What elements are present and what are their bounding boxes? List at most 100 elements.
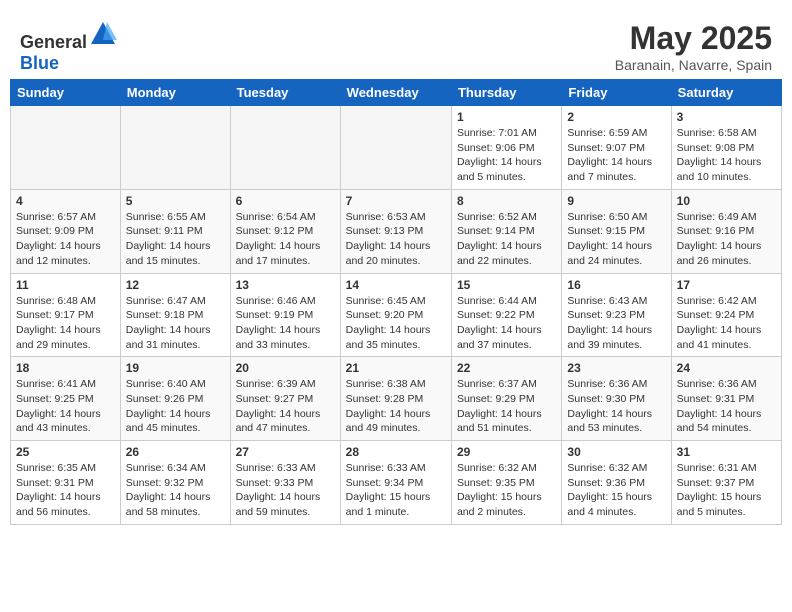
day-info: Sunrise: 6:35 AM Sunset: 9:31 PM Dayligh… bbox=[16, 461, 115, 520]
day-info: Sunrise: 6:34 AM Sunset: 9:32 PM Dayligh… bbox=[126, 461, 225, 520]
day-cell: 19Sunrise: 6:40 AM Sunset: 9:26 PM Dayli… bbox=[120, 357, 230, 441]
day-info: Sunrise: 6:50 AM Sunset: 9:15 PM Dayligh… bbox=[567, 210, 665, 269]
location-title: Baranain, Navarre, Spain bbox=[615, 57, 772, 73]
day-number: 22 bbox=[457, 361, 556, 375]
day-number: 2 bbox=[567, 110, 665, 124]
week-row-3: 11 Sunrise: 6:48 AM Sunset: 9:17 PM Dayli… bbox=[11, 273, 782, 357]
day-cell: 10 Sunrise: 6:49 AM Sunset: 9:16 PM Dayli… bbox=[671, 189, 781, 273]
day-cell: 5 Sunrise: 6:55 AM Sunset: 9:11 PM Daylig… bbox=[120, 189, 230, 273]
day-cell: 4 Sunrise: 6:57 AM Sunset: 9:09 PM Daylig… bbox=[11, 189, 121, 273]
page-header: General Blue May 2025 Baranain, Navarre,… bbox=[10, 10, 782, 79]
day-cell: 9 Sunrise: 6:50 AM Sunset: 9:15 PM Daylig… bbox=[562, 189, 671, 273]
week-row-4: 18 Sunrise: 6:41 AM Sunset: 9:25 PM Dayli… bbox=[11, 357, 782, 441]
day-cell: 6Sunrise: 6:54 AM Sunset: 9:12 PM Daylig… bbox=[230, 189, 340, 273]
day-cell: 11 Sunrise: 6:48 AM Sunset: 9:17 PM Dayli… bbox=[11, 273, 121, 357]
day-number: 13 bbox=[236, 278, 335, 292]
day-info: Sunrise: 6:36 AM Sunset: 9:30 PM Dayligh… bbox=[567, 377, 665, 436]
day-cell: 23 Sunrise: 6:36 AM Sunset: 9:30 PM Dayli… bbox=[562, 357, 671, 441]
day-number: 16 bbox=[567, 278, 665, 292]
day-cell bbox=[11, 106, 121, 190]
day-number: 29 bbox=[457, 445, 556, 459]
day-info: Sunrise: 6:33 AM Sunset: 9:33 PM Dayligh… bbox=[236, 461, 335, 520]
day-info: Sunrise: 6:45 AM Sunset: 9:20 PM Dayligh… bbox=[346, 294, 446, 353]
day-info: Sunrise: 6:37 AM Sunset: 9:29 PM Dayligh… bbox=[457, 377, 556, 436]
day-number: 25 bbox=[16, 445, 115, 459]
day-number: 11 bbox=[16, 278, 115, 292]
weekday-header-thursday: Thursday bbox=[451, 80, 561, 106]
weekday-header-row: SundayMondayTuesdayWednesdayThursdayFrid… bbox=[11, 80, 782, 106]
day-info: Sunrise: 6:55 AM Sunset: 9:11 PM Dayligh… bbox=[126, 210, 225, 269]
title-block: May 2025 Baranain, Navarre, Spain bbox=[615, 20, 772, 73]
day-info: Sunrise: 6:42 AM Sunset: 9:24 PM Dayligh… bbox=[677, 294, 776, 353]
day-cell: 31Sunrise: 6:31 AM Sunset: 9:37 PM Dayli… bbox=[671, 441, 781, 525]
day-info: Sunrise: 6:36 AM Sunset: 9:31 PM Dayligh… bbox=[677, 377, 776, 436]
day-number: 23 bbox=[567, 361, 665, 375]
day-number: 18 bbox=[16, 361, 115, 375]
day-number: 21 bbox=[346, 361, 446, 375]
weekday-header-saturday: Saturday bbox=[671, 80, 781, 106]
day-info: Sunrise: 6:41 AM Sunset: 9:25 PM Dayligh… bbox=[16, 377, 115, 436]
day-info: Sunrise: 6:59 AM Sunset: 9:07 PM Dayligh… bbox=[567, 126, 665, 185]
month-title: May 2025 bbox=[615, 20, 772, 57]
day-cell: 13 Sunrise: 6:46 AM Sunset: 9:19 PM Dayli… bbox=[230, 273, 340, 357]
day-cell: 30 Sunrise: 6:32 AM Sunset: 9:36 PM Dayli… bbox=[562, 441, 671, 525]
day-info: Sunrise: 6:48 AM Sunset: 9:17 PM Dayligh… bbox=[16, 294, 115, 353]
day-info: Sunrise: 6:47 AM Sunset: 9:18 PM Dayligh… bbox=[126, 294, 225, 353]
day-number: 20 bbox=[236, 361, 335, 375]
day-number: 8 bbox=[457, 194, 556, 208]
day-cell: 21 Sunrise: 6:38 AM Sunset: 9:28 PM Dayli… bbox=[340, 357, 451, 441]
day-info: Sunrise: 6:40 AM Sunset: 9:26 PM Dayligh… bbox=[126, 377, 225, 436]
day-cell bbox=[340, 106, 451, 190]
day-info: Sunrise: 6:49 AM Sunset: 9:16 PM Dayligh… bbox=[677, 210, 776, 269]
week-row-1: 1Sunrise: 7:01 AM Sunset: 9:06 PM Daylig… bbox=[11, 106, 782, 190]
day-cell: 7Sunrise: 6:53 AM Sunset: 9:13 PM Daylig… bbox=[340, 189, 451, 273]
day-info: Sunrise: 6:43 AM Sunset: 9:23 PM Dayligh… bbox=[567, 294, 665, 353]
week-row-2: 4 Sunrise: 6:57 AM Sunset: 9:09 PM Daylig… bbox=[11, 189, 782, 273]
day-info: Sunrise: 6:32 AM Sunset: 9:36 PM Dayligh… bbox=[567, 461, 665, 520]
weekday-header-friday: Friday bbox=[562, 80, 671, 106]
day-info: Sunrise: 6:58 AM Sunset: 9:08 PM Dayligh… bbox=[677, 126, 776, 185]
day-info: Sunrise: 7:01 AM Sunset: 9:06 PM Dayligh… bbox=[457, 126, 556, 185]
day-info: Sunrise: 6:38 AM Sunset: 9:28 PM Dayligh… bbox=[346, 377, 446, 436]
day-number: 6 bbox=[236, 194, 335, 208]
day-cell bbox=[120, 106, 230, 190]
day-info: Sunrise: 6:44 AM Sunset: 9:22 PM Dayligh… bbox=[457, 294, 556, 353]
day-cell: 28Sunrise: 6:33 AM Sunset: 9:34 PM Dayli… bbox=[340, 441, 451, 525]
day-cell: 25 Sunrise: 6:35 AM Sunset: 9:31 PM Dayli… bbox=[11, 441, 121, 525]
logo-blue: Blue bbox=[20, 53, 59, 73]
weekday-header-sunday: Sunday bbox=[11, 80, 121, 106]
logo-general: General bbox=[20, 32, 87, 52]
day-cell: 16 Sunrise: 6:43 AM Sunset: 9:23 PM Dayli… bbox=[562, 273, 671, 357]
logo: General Blue bbox=[20, 20, 117, 74]
day-cell: 2 Sunrise: 6:59 AM Sunset: 9:07 PM Daylig… bbox=[562, 106, 671, 190]
weekday-header-wednesday: Wednesday bbox=[340, 80, 451, 106]
day-cell bbox=[230, 106, 340, 190]
weekday-header-tuesday: Tuesday bbox=[230, 80, 340, 106]
day-number: 4 bbox=[16, 194, 115, 208]
day-number: 15 bbox=[457, 278, 556, 292]
day-number: 17 bbox=[677, 278, 776, 292]
day-number: 5 bbox=[126, 194, 225, 208]
day-number: 7 bbox=[346, 194, 446, 208]
weekday-header-monday: Monday bbox=[120, 80, 230, 106]
day-number: 14 bbox=[346, 278, 446, 292]
day-cell: 3Sunrise: 6:58 AM Sunset: 9:08 PM Daylig… bbox=[671, 106, 781, 190]
day-info: Sunrise: 6:57 AM Sunset: 9:09 PM Dayligh… bbox=[16, 210, 115, 269]
day-number: 27 bbox=[236, 445, 335, 459]
day-cell: 8 Sunrise: 6:52 AM Sunset: 9:14 PM Daylig… bbox=[451, 189, 561, 273]
week-row-5: 25 Sunrise: 6:35 AM Sunset: 9:31 PM Dayli… bbox=[11, 441, 782, 525]
day-cell: 14 Sunrise: 6:45 AM Sunset: 9:20 PM Dayli… bbox=[340, 273, 451, 357]
day-cell: 24Sunrise: 6:36 AM Sunset: 9:31 PM Dayli… bbox=[671, 357, 781, 441]
day-cell: 15 Sunrise: 6:44 AM Sunset: 9:22 PM Dayli… bbox=[451, 273, 561, 357]
day-info: Sunrise: 6:31 AM Sunset: 9:37 PM Dayligh… bbox=[677, 461, 776, 520]
day-info: Sunrise: 6:39 AM Sunset: 9:27 PM Dayligh… bbox=[236, 377, 335, 436]
day-number: 9 bbox=[567, 194, 665, 208]
logo-icon bbox=[89, 20, 117, 48]
day-number: 10 bbox=[677, 194, 776, 208]
day-info: Sunrise: 6:52 AM Sunset: 9:14 PM Dayligh… bbox=[457, 210, 556, 269]
calendar-table: SundayMondayTuesdayWednesdayThursdayFrid… bbox=[10, 79, 782, 525]
day-info: Sunrise: 6:46 AM Sunset: 9:19 PM Dayligh… bbox=[236, 294, 335, 353]
day-cell: 17 Sunrise: 6:42 AM Sunset: 9:24 PM Dayli… bbox=[671, 273, 781, 357]
day-cell: 22 Sunrise: 6:37 AM Sunset: 9:29 PM Dayli… bbox=[451, 357, 561, 441]
day-number: 30 bbox=[567, 445, 665, 459]
